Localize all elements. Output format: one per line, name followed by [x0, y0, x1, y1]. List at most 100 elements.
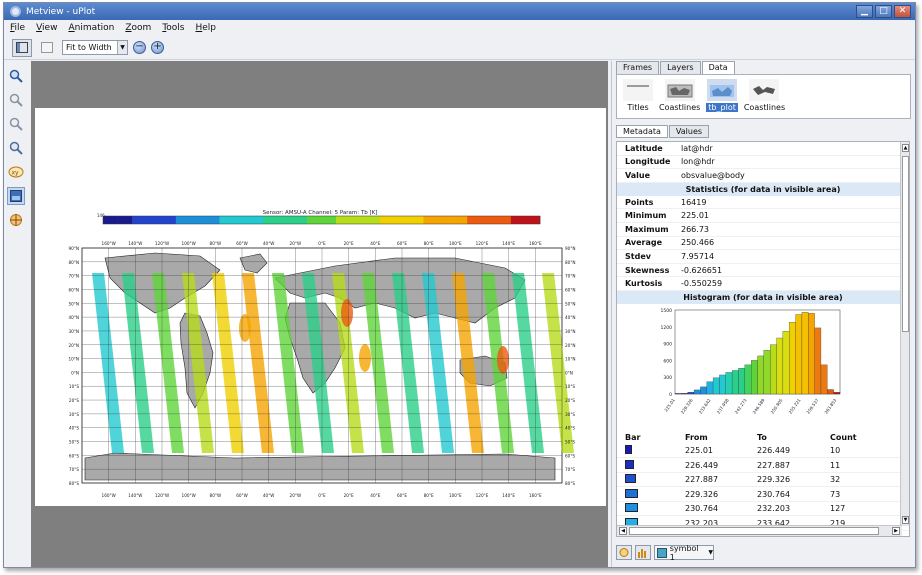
- layer-coastlines-1[interactable]: Coastlines: [659, 79, 700, 114]
- zoom-out-button[interactable]: −: [133, 41, 146, 54]
- lon-label: 140°E: [502, 241, 515, 246]
- colorbar-segment: [292, 216, 308, 224]
- histogram-bar: [801, 312, 809, 395]
- scroll-up-arrow[interactable]: ▲: [902, 144, 909, 152]
- scroll-left-arrow[interactable]: ◀: [619, 527, 627, 535]
- meta-key: Longitude: [625, 157, 671, 167]
- colorbar-segment: [321, 216, 337, 224]
- histogram-bar: [789, 322, 796, 395]
- scroll-thumb[interactable]: [902, 156, 909, 332]
- menu-animation[interactable]: Animation: [68, 23, 114, 33]
- lat-label: 80°S: [69, 481, 79, 486]
- lon-label: 140°W: [128, 493, 142, 498]
- sidebar-toggle-button[interactable]: [12, 38, 32, 57]
- close-button[interactable]: ✕: [894, 5, 911, 18]
- x-tick-label: 255.221: [788, 397, 802, 414]
- bin-from: 226.449: [685, 460, 719, 470]
- y-tick-label: 1200: [661, 325, 673, 331]
- layer-tb-plot[interactable]: tb_plot: [706, 79, 738, 114]
- vertical-scrollbar[interactable]: ▲ ▼: [900, 142, 909, 526]
- lon-label: 160°E: [529, 241, 542, 246]
- lat-label: 70°N: [565, 274, 576, 279]
- plot-canvas-area[interactable]: Sensor: AMSU-A Channel: 5 Param: Tb [K] …: [31, 61, 608, 567]
- coastlines-thumbnail: [664, 79, 695, 101]
- lat-label: 80°S: [565, 481, 575, 486]
- lon-label: 20°E: [344, 241, 354, 246]
- menu-tools[interactable]: Tools: [162, 23, 184, 33]
- y-tick-label: 900: [663, 342, 672, 348]
- zoom-stack-button[interactable]: [7, 139, 25, 157]
- scroll-down-arrow[interactable]: ▼: [902, 516, 909, 524]
- scroll-right-arrow[interactable]: ▶: [892, 527, 900, 535]
- lat-label: 60°S: [565, 453, 575, 458]
- info-button[interactable]: [616, 545, 632, 560]
- histogram-bar: [712, 377, 720, 395]
- app-window: Metview - uPlot ▁ □ ✕ File View Animatio…: [3, 2, 916, 568]
- zoom-mode-select[interactable]: Fit to Width ▼: [62, 40, 128, 55]
- colorbar-segment: [350, 216, 366, 224]
- horizontal-scrollbar[interactable]: ◀ ▶: [617, 525, 902, 536]
- tab-frames[interactable]: Frames: [616, 61, 660, 74]
- lon-label: 60°W: [236, 493, 248, 498]
- colorbar-segment: [336, 216, 351, 224]
- symbol-select[interactable]: symbol 1 ▼: [654, 544, 714, 562]
- magnifier-tool-button[interactable]: [7, 187, 25, 205]
- colorbar-segment: [234, 216, 249, 224]
- tab-data[interactable]: Data: [701, 61, 735, 74]
- lon-label: 120°W: [155, 493, 169, 498]
- colorbar-segment: [219, 216, 235, 224]
- lat-label: 50°S: [69, 440, 79, 445]
- hscroll-thumb[interactable]: [629, 527, 879, 535]
- colorbar-segment: [117, 216, 133, 224]
- lon-label: 0°E: [318, 493, 326, 498]
- zoom-back-button[interactable]: [7, 91, 25, 109]
- bins-table-header: Bar From To Count: [617, 432, 909, 444]
- side-panel: Frames Layers Data Titles Coastlines tb_…: [611, 61, 914, 567]
- stat-value: 225.01: [681, 211, 709, 221]
- minimize-button[interactable]: ▁: [856, 5, 873, 18]
- histogram-bar: [738, 368, 745, 395]
- zoom-in-button[interactable]: +: [151, 41, 164, 54]
- pages-button[interactable]: [37, 39, 57, 57]
- lat-label: 10°N: [68, 357, 79, 362]
- tab-layers[interactable]: Layers: [660, 61, 701, 74]
- menu-view[interactable]: View: [36, 23, 57, 33]
- meta-row-value: Value obsvalue@body: [617, 169, 909, 183]
- histogram-bar: [820, 364, 828, 395]
- lat-label: 70°S: [69, 467, 79, 472]
- zoom-tool-button[interactable]: [7, 67, 25, 85]
- layer-coastlines-2[interactable]: Coastlines: [744, 79, 785, 114]
- plot-title: Sensor: AMSU-A Channel: 5 Param: Tb [K]: [263, 210, 378, 216]
- histogram-bar: [674, 393, 682, 395]
- layer-label: Coastlines: [743, 103, 786, 112]
- menu-help[interactable]: Help: [195, 23, 216, 33]
- svg-text:xy: xy: [12, 170, 20, 177]
- stat-row-stdev: Stdev 7.95714: [617, 250, 909, 264]
- menu-zoom[interactable]: Zoom: [125, 23, 151, 33]
- maximize-button[interactable]: □: [875, 5, 892, 18]
- stat-value: 7.95714: [681, 251, 715, 261]
- lat-label: 30°N: [68, 329, 79, 334]
- lon-label: 100°W: [182, 493, 196, 498]
- stat-key: Kurtosis: [625, 279, 663, 289]
- histogram-button[interactable]: [635, 545, 651, 560]
- cursor-data-button[interactable]: xy: [7, 163, 25, 181]
- stat-row-minimum: Minimum 225.01: [617, 209, 909, 223]
- lon-label: 40°E: [370, 241, 380, 246]
- bin-count: 73: [830, 489, 841, 499]
- lat-label: 80°N: [565, 260, 576, 265]
- app-icon: [10, 6, 21, 17]
- location-tool-button[interactable]: [7, 211, 25, 229]
- menu-file[interactable]: File: [10, 23, 25, 33]
- x-tick-label: 259.537: [806, 397, 820, 414]
- crosshair-icon: [10, 214, 22, 226]
- tab-values[interactable]: Values: [668, 125, 710, 138]
- zoom-forward-button[interactable]: [7, 115, 25, 133]
- land-mass: [84, 452, 556, 481]
- tab-metadata[interactable]: Metadata: [616, 125, 668, 138]
- col-count: Count: [830, 433, 857, 443]
- lat-label: 80°N: [68, 260, 79, 265]
- lat-label: 0°N: [71, 370, 79, 375]
- layer-titles[interactable]: Titles: [623, 79, 653, 114]
- magnifier-icon: [9, 69, 23, 83]
